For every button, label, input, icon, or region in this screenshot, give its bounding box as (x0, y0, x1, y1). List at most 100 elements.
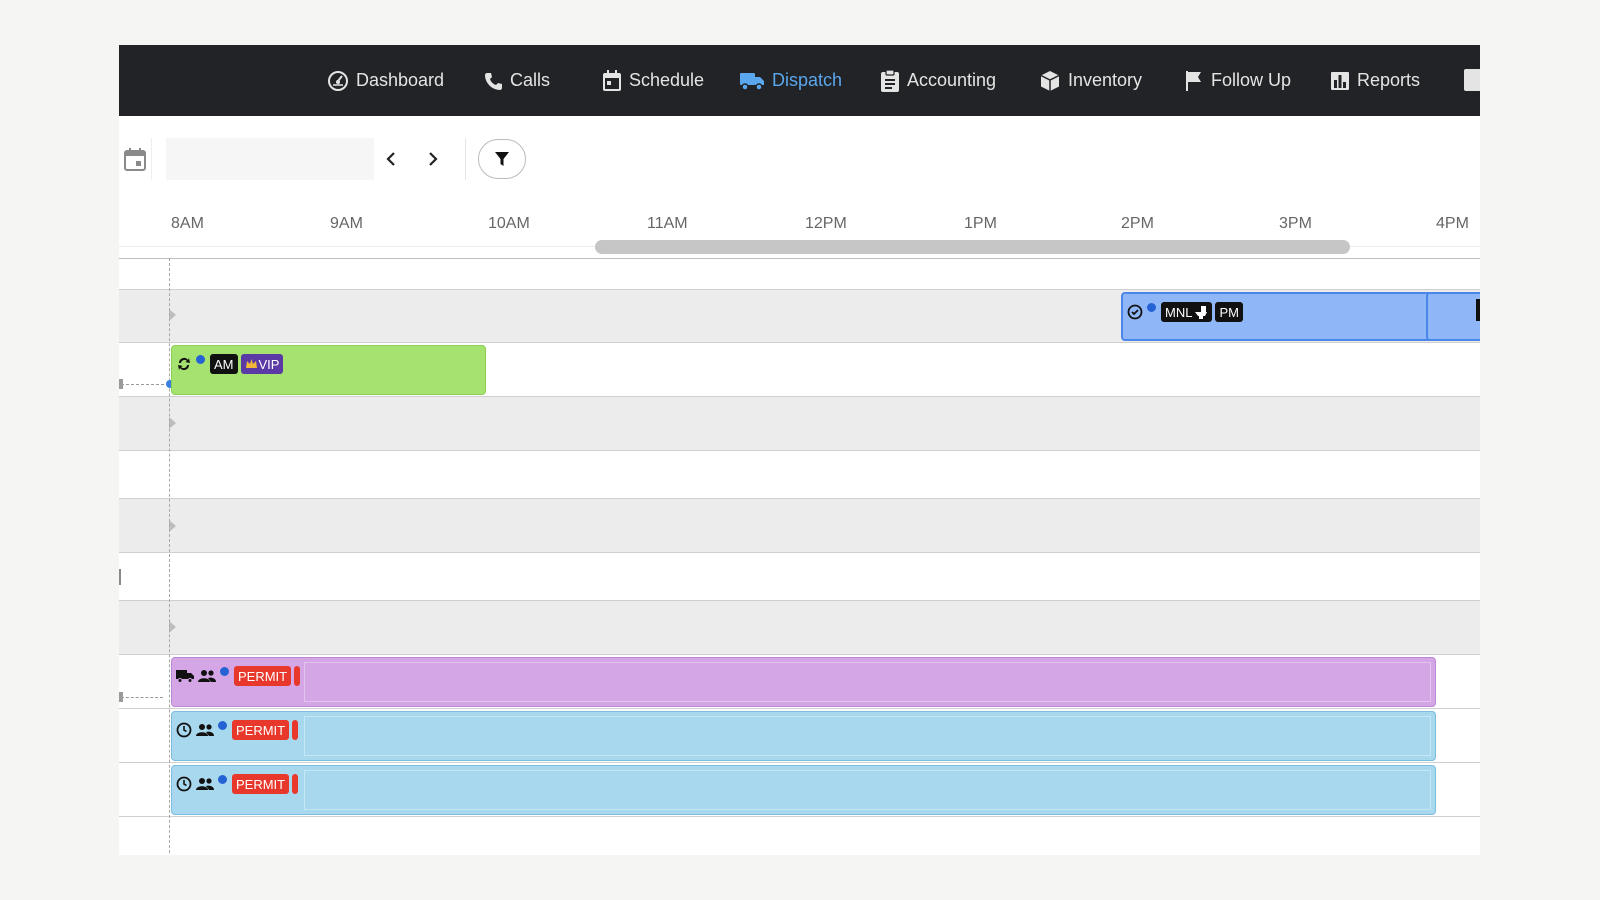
badge-vip-label: VIP (258, 356, 280, 372)
flag-icon (1186, 70, 1201, 91)
filter-icon (495, 152, 509, 166)
time-tick-9am: 9AM (330, 215, 363, 232)
nav-dashboard-label: Dashboard (356, 70, 445, 90)
calendar-icon (603, 69, 621, 91)
time-tick-1pm: 1PM (964, 215, 997, 232)
calendar-button[interactable] (119, 138, 152, 180)
next-day-button[interactable] (418, 138, 448, 180)
job-bar-body (304, 716, 1431, 756)
nav-inventory[interactable]: Inventory (1039, 45, 1142, 116)
check-circle-icon (1127, 302, 1143, 322)
nav-dashboard[interactable]: Dashboard (327, 45, 444, 116)
nav-schedule[interactable]: Schedule (602, 45, 704, 116)
clock-icon (176, 774, 192, 794)
phone-icon (485, 72, 502, 90)
row-expand-icon[interactable] (169, 621, 176, 633)
nav-follow-up-label: Follow Up (1211, 70, 1292, 90)
badge-permit: PERMIT (232, 720, 290, 740)
crown-icon (245, 359, 257, 368)
time-tick-2pm: 2PM (1121, 215, 1154, 232)
schedule-row (119, 397, 1480, 451)
top-nav: Dashboard Calls Schedule Dispatch Accoun… (119, 45, 1480, 116)
nav-dispatch-label: Dispatch (772, 70, 843, 90)
time-tick-10am: 10AM (488, 215, 530, 232)
crew-icon (196, 774, 214, 794)
badge-mnl-label: MNL (1165, 304, 1193, 320)
badge-overflow (294, 666, 301, 686)
nav-dispatch[interactable]: Dispatch (739, 45, 842, 116)
nav-accounting[interactable]: Accounting (880, 45, 996, 116)
box-icon (1040, 70, 1060, 91)
crew-icon (196, 720, 214, 740)
schedule-row (119, 259, 1480, 290)
job-bar-body (304, 662, 1431, 702)
nav-follow-up[interactable]: Follow Up (1184, 45, 1291, 116)
nav-schedule-label: Schedule (629, 70, 705, 90)
nav-overflow-item[interactable] (1464, 69, 1480, 91)
nav-calls[interactable]: Calls (483, 45, 550, 116)
chevron-right-icon (429, 152, 438, 166)
badge-permit: PERMIT (232, 774, 290, 794)
job-bar-cyan[interactable]: PERMIT (171, 765, 1436, 815)
job-bar-blue[interactable]: MNL PM (1121, 292, 1434, 341)
schedule-row (119, 601, 1480, 655)
schedule-row (119, 553, 1480, 601)
badge-permit: PERMIT (234, 666, 292, 686)
horizontal-scrollbar[interactable] (595, 240, 1350, 254)
clock-icon (176, 720, 192, 740)
row-expand-icon[interactable] (169, 520, 176, 532)
job-bar-blue-next[interactable] (1426, 292, 1480, 341)
repeat-icon (176, 354, 192, 374)
job-bar-cyan[interactable]: PERMIT (171, 711, 1436, 761)
badge-pm: PM (1215, 302, 1243, 322)
time-tick-3pm: 3PM (1279, 215, 1312, 232)
truck-icon (740, 72, 764, 91)
status-dot (1147, 303, 1156, 312)
clipboard-icon (881, 68, 899, 92)
toolbar (119, 116, 1480, 247)
job-bar-purple[interactable]: PERMIT (171, 657, 1436, 707)
status-dot (218, 775, 227, 784)
row-expand-icon[interactable] (169, 417, 176, 429)
nav-reports[interactable]: Reports (1330, 45, 1420, 116)
date-input[interactable] (166, 138, 374, 180)
dependency-line (121, 697, 163, 698)
filter-button[interactable] (478, 139, 526, 179)
row-expand-icon[interactable] (169, 309, 176, 321)
schedule-row (119, 499, 1480, 553)
time-tick-11am: 11AM (647, 215, 688, 232)
badge-overflow (292, 774, 299, 794)
time-tick-12pm: 12PM (805, 215, 847, 232)
job-bar-edge (1476, 299, 1480, 321)
calendar-icon (124, 148, 146, 171)
job-bar-green[interactable]: AM VIP (171, 345, 486, 395)
toilet-icon (1195, 306, 1208, 319)
job-bar-body (304, 770, 1431, 810)
status-dot (196, 355, 205, 364)
dependency-marker (119, 379, 123, 389)
badge-am: AM (210, 354, 238, 374)
crew-icon (198, 666, 216, 686)
time-tick-4pm: 4PM (1436, 215, 1469, 232)
schedule-row (119, 451, 1480, 499)
nav-calls-label: Calls (510, 70, 551, 90)
nav-accounting-label: Accounting (907, 70, 997, 90)
dashboard-icon (328, 70, 348, 91)
current-time-line (169, 258, 170, 855)
badge-mnl: MNL (1161, 302, 1213, 322)
status-dot (218, 721, 227, 730)
prev-day-button[interactable] (376, 138, 406, 180)
badge-vip: VIP (240, 354, 284, 374)
nav-inventory-label: Inventory (1068, 70, 1143, 90)
bar-chart-icon (1331, 71, 1349, 90)
time-tick-8am: 8AM (171, 215, 204, 232)
badge-overflow (292, 720, 299, 740)
truck-icon (176, 666, 194, 686)
app-window: Dashboard Calls Schedule Dispatch Accoun… (119, 45, 1480, 855)
dependency-line (121, 384, 169, 385)
chevron-left-icon (386, 152, 395, 166)
toolbar-divider (465, 138, 466, 180)
dependency-marker (119, 692, 123, 702)
status-dot (220, 667, 229, 676)
row-marker (119, 569, 121, 585)
